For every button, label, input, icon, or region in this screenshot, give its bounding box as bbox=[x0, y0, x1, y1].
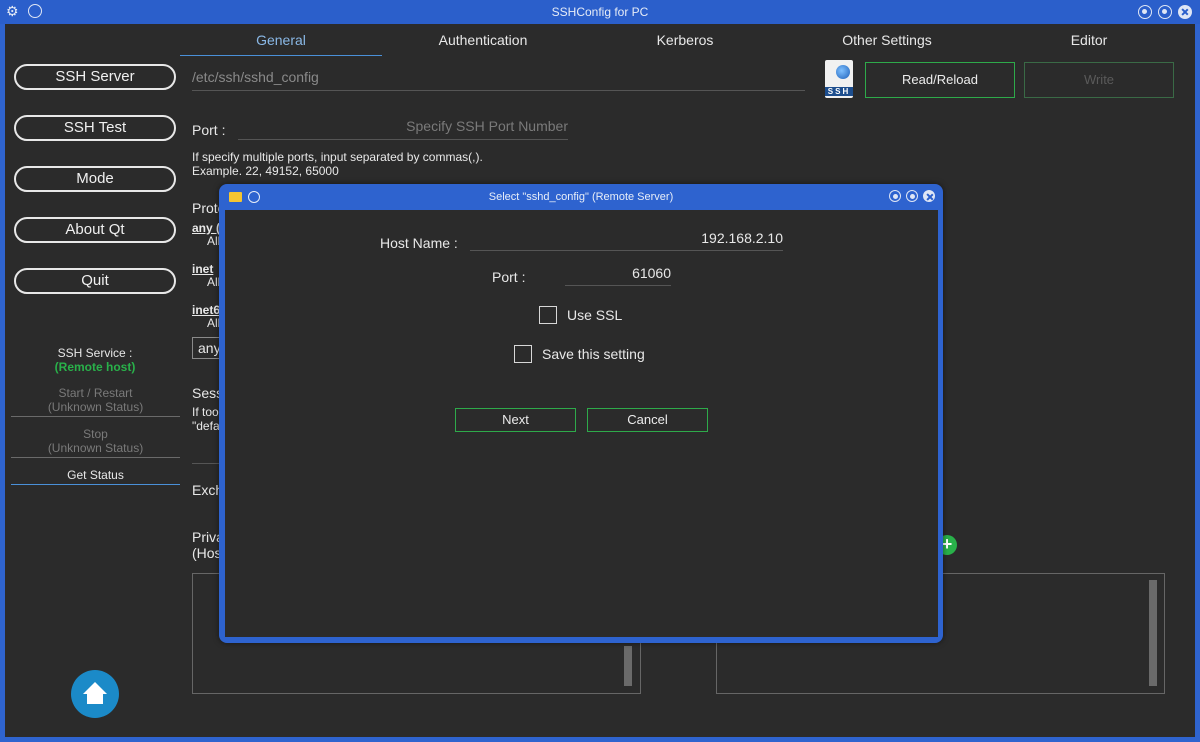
write-button[interactable]: Write bbox=[1024, 62, 1174, 98]
maximize-icon[interactable] bbox=[906, 190, 918, 202]
about-qt-button[interactable]: About Qt bbox=[14, 217, 176, 243]
read-reload-button[interactable]: Read/Reload bbox=[865, 62, 1015, 98]
port-input[interactable]: Specify SSH Port Number bbox=[238, 118, 568, 140]
scrollbar[interactable] bbox=[1149, 580, 1157, 686]
dialog-port-label: Port : bbox=[492, 269, 526, 285]
use-ssl-label[interactable]: Use SSL bbox=[567, 307, 622, 323]
mode-button[interactable]: Mode bbox=[14, 166, 176, 192]
app-window: ⚙ SSHConfig for PC SSH Server SSH Test M… bbox=[0, 0, 1200, 742]
start-status-label: (Unknown Status) bbox=[47, 400, 144, 414]
close-icon[interactable] bbox=[1178, 5, 1192, 19]
config-path-input[interactable]: /etc/ssh/sshd_config bbox=[192, 64, 805, 91]
port-note-line1: If specify multiple ports, input separat… bbox=[192, 150, 483, 164]
session-note-line2: "defa bbox=[192, 419, 220, 433]
tab-editor[interactable]: Editor bbox=[988, 32, 1190, 56]
ssh-icon-label: SSH bbox=[825, 87, 853, 96]
host-name-input[interactable]: 192.168.2.10 bbox=[470, 227, 783, 251]
protocol-inet6-option[interactable]: inet6 bbox=[192, 303, 220, 317]
port-note-line2: Example. 22, 49152, 65000 bbox=[192, 164, 339, 178]
port-label: Port : bbox=[192, 122, 226, 138]
ssh-service-host: (Remote host) bbox=[54, 360, 136, 374]
cancel-button[interactable]: Cancel bbox=[587, 408, 708, 432]
maximize-icon[interactable] bbox=[1158, 5, 1172, 19]
host-key-label: (Hos bbox=[192, 545, 222, 561]
window-title: SSHConfig for PC bbox=[551, 5, 649, 19]
start-restart-label: Start / Restart bbox=[58, 386, 133, 400]
scrollbar[interactable] bbox=[624, 646, 632, 686]
close-icon[interactable] bbox=[923, 190, 935, 202]
tab-kerberos[interactable]: Kerberos bbox=[584, 32, 786, 56]
minimize-icon[interactable] bbox=[889, 190, 901, 202]
quit-button[interactable]: Quit bbox=[14, 268, 176, 294]
session-note-line1: If too bbox=[192, 405, 219, 419]
home-button[interactable] bbox=[71, 670, 119, 718]
save-setting-checkbox[interactable] bbox=[514, 345, 532, 363]
dialog-body: Host Name : 192.168.2.10 Port : 61060 Us… bbox=[225, 210, 938, 637]
title-bar: ⚙ SSHConfig for PC bbox=[0, 0, 1200, 24]
ssh-server-button[interactable]: SSH Server bbox=[14, 64, 176, 90]
protocol-inet-option[interactable]: inet bbox=[192, 262, 213, 276]
ssh-file-icon: SSH bbox=[825, 60, 853, 98]
dialog-port-input[interactable]: 61060 bbox=[565, 262, 671, 286]
port-note: If specify multiple ports, input separat… bbox=[192, 150, 483, 178]
get-status-button[interactable]: Get Status bbox=[11, 468, 180, 485]
stop-label: Stop bbox=[83, 427, 108, 441]
select-config-dialog: Select "sshd_config" (Remote Server) Hos… bbox=[219, 184, 943, 643]
stop-button[interactable]: Stop (Unknown Status) bbox=[11, 427, 180, 458]
tab-general[interactable]: General bbox=[180, 32, 382, 56]
tab-other-settings[interactable]: Other Settings bbox=[786, 32, 988, 56]
host-name-label: Host Name : bbox=[380, 235, 458, 251]
minimize-icon[interactable] bbox=[1138, 5, 1152, 19]
start-restart-button[interactable]: Start / Restart (Unknown Status) bbox=[11, 386, 180, 417]
protocol-any-option[interactable]: any ( bbox=[192, 221, 220, 235]
globe-icon bbox=[836, 65, 850, 79]
tab-authentication[interactable]: Authentication bbox=[382, 32, 584, 56]
ssh-test-button[interactable]: SSH Test bbox=[14, 115, 176, 141]
stop-status-label: (Unknown Status) bbox=[47, 441, 144, 455]
ssh-service-label: SSH Service : bbox=[57, 346, 133, 360]
next-button[interactable]: Next bbox=[455, 408, 576, 432]
home-icon bbox=[83, 682, 107, 704]
dialog-title: Select "sshd_config" (Remote Server) bbox=[488, 191, 674, 203]
use-ssl-checkbox[interactable] bbox=[539, 306, 557, 324]
save-setting-label[interactable]: Save this setting bbox=[542, 346, 645, 362]
